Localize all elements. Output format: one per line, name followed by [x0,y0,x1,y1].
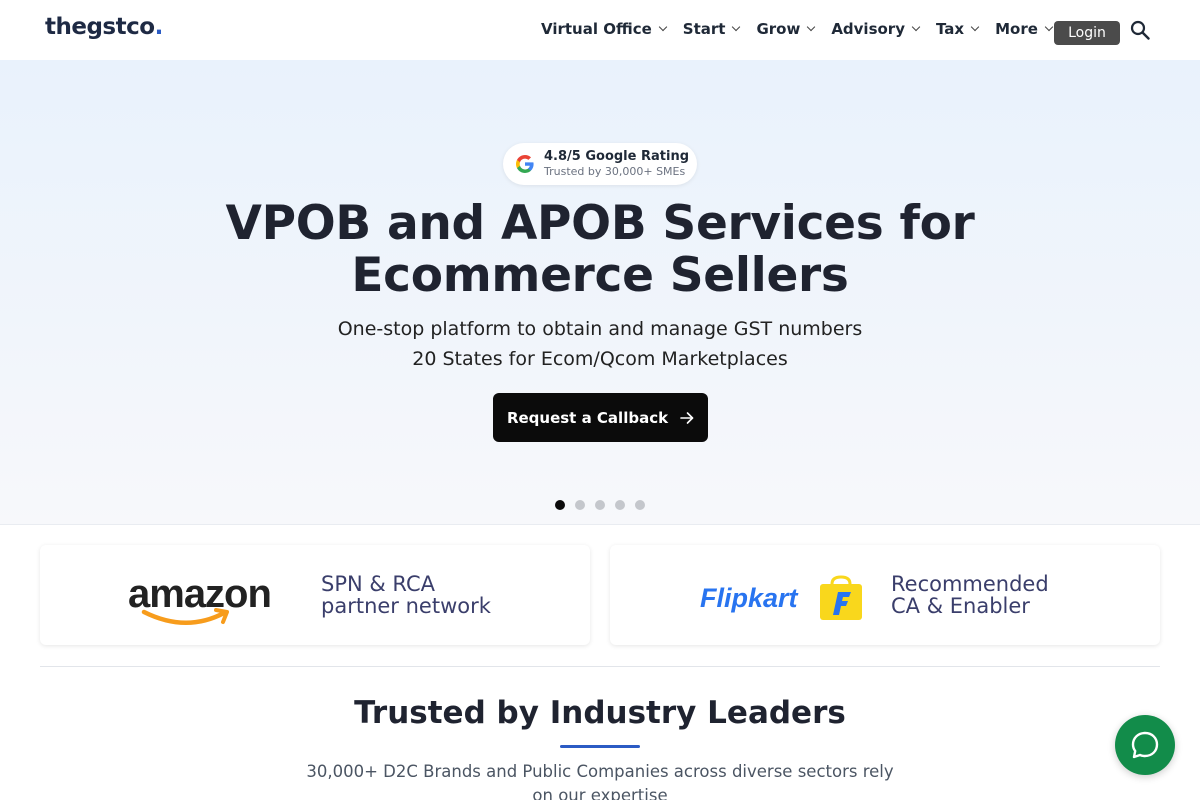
chevron-down-icon [1044,22,1054,32]
menu-item-label: Advisory [831,20,905,38]
main-menu: Virtual Office Start Grow Advisory Tax M… [541,20,1069,38]
amazon-partner-card: amazon SPN & RCA partner network [40,545,590,645]
menu-item-advisory[interactable]: Advisory [831,20,921,38]
carousel-indicators [555,500,645,510]
carousel-dot-3[interactable] [595,500,605,510]
flipkart-logo: Flipkart [700,583,798,613]
menu-item-label: Start [682,20,726,38]
top-navigation: thegstco. Virtual Office Start Grow Advi… [0,0,1200,60]
amazon-partner-line-1: SPN & RCA [321,572,436,596]
amazon-smile-icon [141,608,229,625]
hero-subtitle-line-1: One-stop platform to obtain and manage G… [337,318,863,340]
chevron-down-icon [658,22,668,32]
title-underline [560,745,640,748]
chevron-down-icon [732,22,741,32]
section-divider [40,666,1160,667]
amazon-partner-text: SPN & RCA partner network [321,573,491,617]
amazon-partner-line-2: partner network [321,594,491,618]
menu-item-label: Virtual Office [541,20,652,38]
hero-title: VPOB and APOB Services for Ecommerce Sel… [225,196,975,303]
rating-subtitle: Trusted by 30,000+ SMEs [544,165,686,178]
trusted-section-subtitle: 30,000+ D2C Brands and Public Companies … [306,762,894,800]
menu-item-tax[interactable]: Tax [936,20,980,38]
flipkart-partner-line-2: CA & Enabler [891,594,1030,618]
chevron-down-icon [970,22,980,32]
menu-item-more[interactable]: More [995,20,1054,38]
carousel-dot-5[interactable] [635,500,645,510]
logo-dot: . [154,14,164,40]
menu-item-start[interactable]: Start [682,20,741,38]
rating-title: 4.8/5 Google Rating [544,149,689,164]
menu-item-label: Tax [936,20,965,38]
google-icon [516,155,534,173]
google-rating-badge: 4.8/5 Google Rating Trusted by 30,000+ S… [503,143,697,185]
hero-section: 4.8/5 Google Rating Trusted by 30,000+ S… [0,60,1200,525]
logo-text: thegstco [45,14,155,40]
request-callback-button[interactable]: Request a Callback [493,393,708,442]
flipkart-partner-text: Recommended CA & Enabler [891,573,1049,617]
chat-icon [1131,731,1159,759]
arrow-right-icon [680,411,694,424]
flipkart-partner-card: Flipkart Recommended CA & Enabler [610,545,1160,645]
site-logo[interactable]: thegstco. [45,14,163,40]
chevron-down-icon [911,22,921,32]
carousel-dot-4[interactable] [615,500,625,510]
flipkart-partner-line-1: Recommended [891,572,1049,596]
menu-item-label: Grow [756,20,801,38]
menu-item-virtual-office[interactable]: Virtual Office [541,20,668,38]
search-icon[interactable] [1130,20,1150,40]
chevron-down-icon [807,22,816,32]
trusted-section-title: Trusted by Industry Leaders [354,695,846,731]
carousel-dot-1[interactable] [555,500,565,510]
hero-subtitle-line-2: 20 States for Ecom/Qcom Marketplaces [412,348,788,370]
cta-label: Request a Callback [506,408,669,427]
chat-button[interactable] [1115,715,1175,775]
hero-subtitle: One-stop platform to obtain and manage G… [200,314,1000,374]
menu-item-grow[interactable]: Grow [756,20,816,38]
flipkart-bag-icon [820,575,862,620]
menu-item-label: More [995,20,1038,38]
carousel-dot-2[interactable] [575,500,585,510]
login-button[interactable]: Login [1054,21,1120,45]
